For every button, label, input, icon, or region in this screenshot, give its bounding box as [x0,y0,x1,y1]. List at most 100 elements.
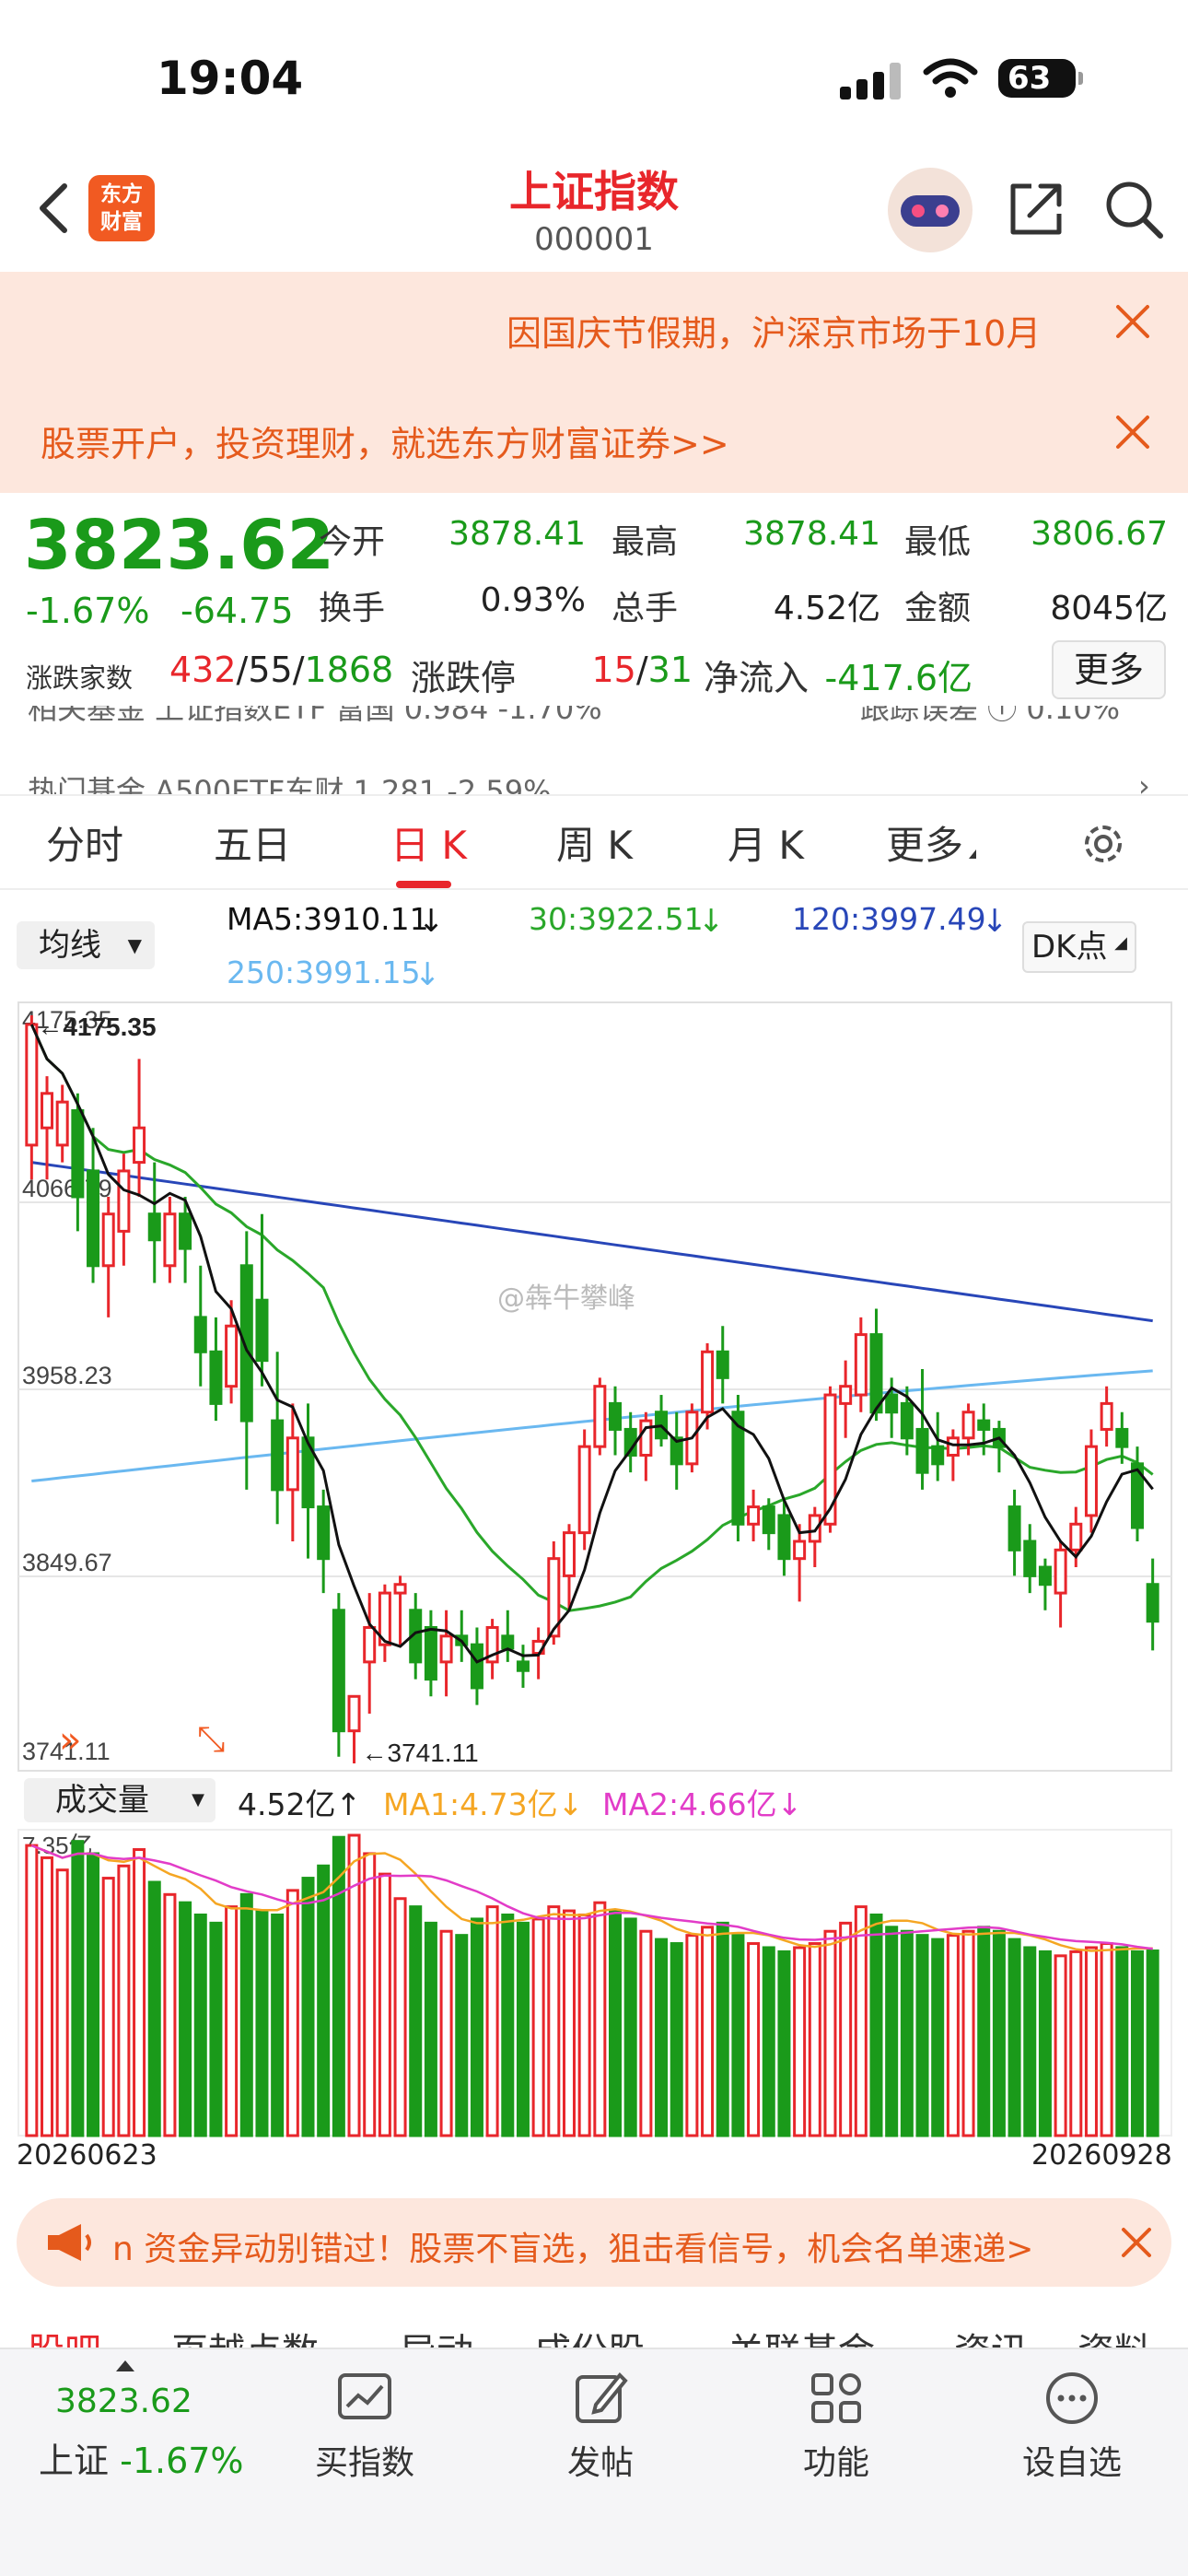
amount-label: 金额 [904,590,972,627]
tab-intraday[interactable]: 分时 [46,814,123,871]
tab-monthly-k[interactable]: 月 K [728,814,804,871]
volume-bar [133,1848,146,2137]
down-arrow-icon: ↓ [982,903,1008,940]
subtab-news[interactable]: 资讯 [954,2322,1028,2349]
candle-body [147,1212,161,1242]
candle-body [1007,1505,1021,1551]
subtab-related-funds[interactable]: 关联基金 [728,2322,875,2349]
tab-five-day[interactable]: 五日 [214,814,291,871]
down-arrow-icon: ↓ [776,1786,803,1822]
volume-bar [623,1917,637,2137]
hot-fund-ticker[interactable]: 热门基金 A500ETF东财 1.281 -2.59% › [0,770,1188,796]
subtab-points[interactable]: 页越点数 [171,2322,319,2349]
candle-body [363,1625,377,1664]
volume-bar [577,1913,591,2137]
close-icon[interactable] [1118,2224,1155,2261]
post-button[interactable]: 发帖 [527,2368,674,2484]
candle-body [793,1540,807,1561]
candle-body [332,1609,345,1733]
candle-body [777,1514,791,1561]
more-button[interactable]: 更多 [1052,640,1166,699]
subtab-movement[interactable]: 异动 [400,2322,473,2349]
indicator-select[interactable]: 均线 ▼ [17,921,155,969]
holiday-notice-banner[interactable]: 因国庆节假期，沪深京市场于10月 [0,272,1188,382]
subtab-forum[interactable]: 股吧 [28,2322,101,2349]
search-icon[interactable] [1101,177,1166,241]
close-icon[interactable] [1112,301,1153,342]
expand-caret-icon[interactable] [116,2360,134,2371]
volume-bar [655,1938,669,2137]
open-label: 今开 [319,523,386,561]
ai-assistant-avatar-icon[interactable] [888,168,973,252]
low-marker-label: ←3741.11 [362,1739,479,1767]
volume-bar [301,1877,315,2137]
volume-bar [731,1934,745,2137]
subtab-constituents[interactable]: 成份股 [534,2322,645,2349]
down-arrow-icon: ↓ [698,903,725,940]
tab-more[interactable]: 更多 [886,814,977,871]
candle-body [1100,1401,1113,1431]
volume-bar [1054,1954,1067,2137]
y-tick-label: 3849.67 [22,1549,112,1576]
limit-label: 涨跌停 [411,658,517,698]
current-price: 3823.62 [24,506,335,585]
down-arrow-icon: ↓ [414,956,441,993]
holiday-notice-text: 因国庆节假期，沪深京市场于10月 [507,313,1042,354]
dropdown-triangle-icon [969,849,977,859]
high-value: 3878.41 [743,515,880,553]
active-tab-indicator [396,881,451,888]
volume-bar [793,1946,807,2137]
candle-body [55,1100,69,1147]
volume-bar [163,1892,177,2137]
related-fund-ticker[interactable]: 相关基金 上证指数ETF 富国 0.984 -1.70% 跟踪误差 ⓘ 0.10… [0,706,1188,730]
corner-triangle-icon: ◢ [1114,933,1127,953]
signal-promo-banner[interactable]: n 资金异动别错过！股票不盲选，狙击看信号，机会名单速递> [17,2198,1171,2287]
volume-bar [1023,1946,1037,2137]
turnover-label: 换手 [319,590,386,627]
share-icon[interactable] [1004,177,1068,241]
cellular-signal-icon [840,63,906,100]
volume-bar [1130,1950,1144,2137]
quote-panel: 3823.62 -1.67% -64.75 今开 3878.41 最高 3878… [0,493,1188,714]
add-watchlist-button[interactable]: 设自选 [998,2368,1146,2484]
tab-weekly-k[interactable]: 周 K [556,814,633,871]
volume-bar [55,1868,69,2137]
buy-index-button[interactable]: 买指数 [291,2368,438,2484]
wifi-icon [923,58,978,98]
edit-icon [576,2372,628,2423]
volume-bar [485,1905,499,2137]
ma5-value: MA5:3910.11 [227,901,429,937]
subtab-profile[interactable]: 资料 [1077,2322,1151,2349]
gear-icon[interactable] [1077,818,1129,870]
y-tick-label: 3958.23 [22,1362,112,1389]
volume-bar [1146,1950,1159,2137]
candle-body [393,1583,407,1595]
candle-body [271,1419,285,1492]
volume-bar [470,1917,483,2137]
volume-bar [1038,1950,1052,2137]
chart-trend-icon [338,2373,391,2419]
volume-bar [685,1934,699,2137]
tab-daily-k[interactable]: 日 K [390,814,467,871]
volume-bar [639,1929,653,2137]
volume-bar [869,1913,883,2137]
dk-point-button[interactable]: DK点 ◢ [1022,921,1136,973]
volume-bar [747,1942,761,2137]
candle-body [255,1298,269,1363]
volume-bar [900,1929,914,2137]
candlestick-chart[interactable]: 4175.354066.793958.233849.673741.11←4175… [0,995,1188,2156]
candle-body [87,1169,100,1268]
candle-body [869,1333,883,1414]
volume-bar [609,1909,623,2137]
volume-bar [531,1917,545,2137]
amount-value: 8045亿 [1050,590,1168,627]
watermark-text: @犇牛攀峰 [497,1282,635,1315]
bottom-index-change: 上证 -1.67% [39,2441,244,2481]
volume-bar [593,1901,607,2137]
functions-button[interactable]: 功能 [763,2368,910,2484]
close-icon[interactable] [1112,412,1153,452]
account-promo-banner[interactable]: 股票开户，投资理财，就选东方财富证券>> [0,382,1188,493]
volume-indicator-select[interactable]: 成交量 ▼ [24,1778,215,1822]
ma30-value: 30:3922.51 [529,901,704,937]
candle-body [163,1212,177,1268]
